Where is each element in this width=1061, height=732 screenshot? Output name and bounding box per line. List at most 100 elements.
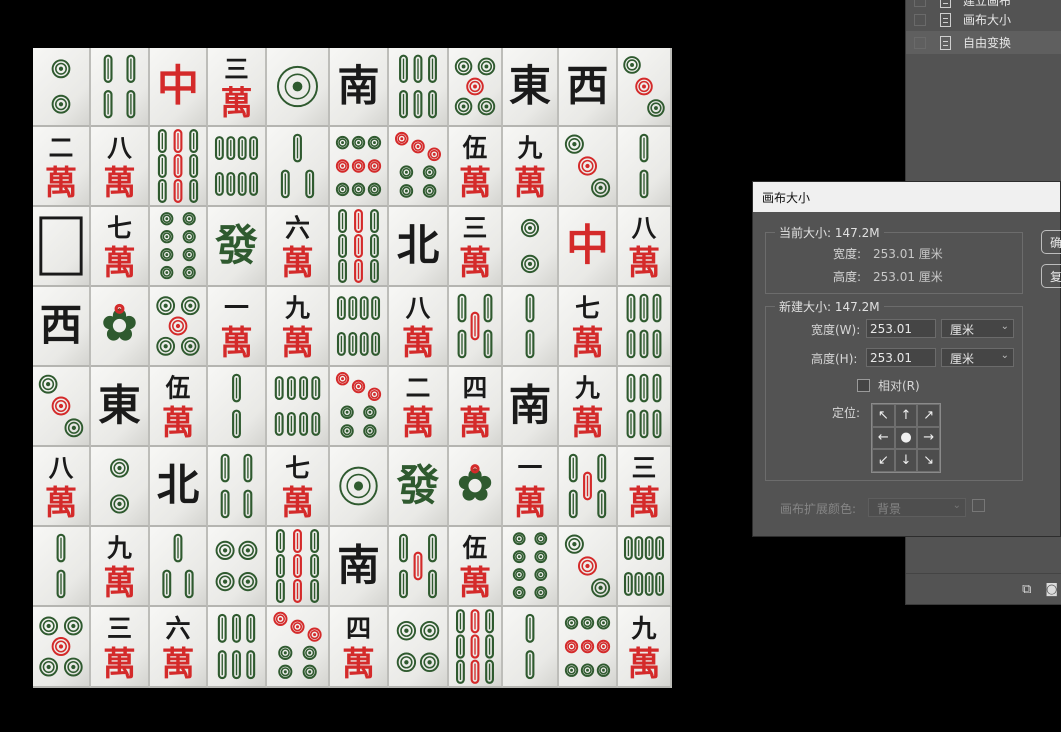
mahjong-tile-c9	[330, 127, 389, 207]
svg-text:六: 六	[165, 613, 190, 643]
document-canvas[interactable]: 中三萬南東西二萬八萬伍萬九萬七萬發六萬北三萬中八萬西 ✿ 一萬九萬八萬七萬東伍萬二萬…	[33, 48, 672, 688]
mahjong-tile-c2	[91, 447, 150, 527]
anchor-grid: ↖ ↑ ↗ ← ● → ↙ ↓ ↘	[871, 403, 941, 473]
svg-text:萬: 萬	[342, 644, 375, 683]
width-unit-select[interactable]: 厘米 ⌄	[941, 319, 1014, 338]
dialog-titlebar[interactable]: 画布大小	[753, 182, 1060, 212]
anchor-arrow-icon[interactable]: ↓	[894, 449, 918, 472]
chevron-down-icon: ⌄	[1000, 321, 1009, 332]
new-width-input[interactable]	[866, 319, 936, 338]
history-checkbox[interactable]	[914, 36, 926, 49]
mahjong-tile-m6: 六萬	[150, 607, 208, 688]
mahjong-tile-m5: 伍萬	[449, 527, 503, 607]
extension-color-swatch[interactable]	[972, 499, 985, 512]
mahjong-tile-b2	[33, 527, 91, 607]
svg-text:一: 一	[518, 454, 543, 483]
ok-button[interactable]: 确	[1041, 230, 1061, 254]
mahjong-tile-b3	[267, 127, 330, 207]
anchor-arrow-icon[interactable]: ←	[872, 426, 895, 450]
anchor-arrow-icon[interactable]: ↖	[872, 404, 895, 427]
anchor-arrow-icon[interactable]: ↗	[917, 404, 940, 427]
svg-text:伍: 伍	[463, 133, 488, 162]
height-unit-value: 厘米	[950, 352, 975, 366]
current-height-label: 高度:	[833, 270, 862, 284]
svg-text:伍: 伍	[166, 374, 191, 403]
anchor-arrow-icon[interactable]: →	[917, 426, 940, 450]
mahjong-tile-b5	[559, 447, 618, 527]
height-unit-select[interactable]: 厘米 ⌄	[941, 348, 1014, 367]
relative-label[interactable]: 相对(R)	[878, 377, 920, 394]
mahjong-tile-m4: 四萬	[449, 367, 503, 447]
mahjong-tile-m9: 九萬	[559, 367, 618, 447]
mahjong-tile-b4	[208, 447, 267, 527]
new-layer-icon[interactable]: ⧉	[1022, 582, 1031, 597]
mahjong-tile-c4	[208, 527, 267, 607]
history-checkbox[interactable]	[914, 13, 926, 26]
extension-color-value: 背景	[877, 502, 902, 516]
mahjong-tile-c9	[559, 607, 618, 688]
mahjong-tile-m9: 九萬	[503, 127, 559, 207]
svg-text:萬: 萬	[45, 163, 77, 202]
current-size-legend: 当前大小: 147.2M	[775, 224, 884, 241]
anchor-arrow-icon[interactable]: ↙	[872, 449, 895, 472]
anchor-arrow-icon[interactable]: ↑	[894, 404, 918, 427]
mahjong-tile-b8	[618, 527, 672, 607]
mahjong-tile-m9: 九萬	[267, 287, 330, 367]
svg-text:九: 九	[575, 374, 600, 403]
svg-text:萬: 萬	[571, 323, 603, 362]
svg-text:二: 二	[49, 134, 74, 163]
mahjong-tile-c7	[267, 607, 330, 688]
anchor-arrow-icon[interactable]: ↘	[917, 449, 940, 472]
mahjong-tile-c1	[330, 447, 389, 527]
mahjong-tile-b6	[618, 367, 672, 447]
new-height-input[interactable]	[866, 348, 936, 367]
cancel-button-label: 复	[1050, 269, 1061, 284]
svg-text:中: 中	[566, 221, 608, 271]
mahjong-tile-c5	[449, 48, 503, 127]
mahjong-tile-b5	[449, 287, 503, 367]
mahjong-tile-m7: 七萬	[91, 207, 150, 287]
mahjong-tile-b8	[208, 127, 267, 207]
history-item-free-transform[interactable]: 自由变换	[906, 31, 1061, 54]
anchor-center[interactable]: ●	[894, 426, 918, 450]
mahjong-tile-b9	[330, 207, 389, 287]
mahjong-tile-c7	[330, 367, 389, 447]
current-height-value: 253.01 厘米	[873, 270, 943, 284]
svg-text:九: 九	[631, 613, 657, 643]
document-icon	[940, 35, 951, 50]
mahjong-tile-fa: 發	[389, 447, 449, 527]
svg-text:東: 東	[98, 381, 141, 431]
history-checkbox[interactable]	[914, 0, 926, 7]
svg-text:中: 中	[157, 60, 199, 110]
svg-text:萬: 萬	[459, 403, 491, 442]
mahjong-tile-m2: 二萬	[33, 127, 91, 207]
mahjong-tile-m3: 三萬	[91, 607, 150, 688]
document-icon	[940, 0, 951, 8]
svg-text:六: 六	[285, 214, 310, 243]
chevron-down-icon: ⌄	[952, 500, 961, 511]
mahjong-tile-m8: 八萬	[389, 287, 449, 367]
svg-text:南: 南	[337, 541, 379, 591]
mahjong-tile-c8	[503, 527, 559, 607]
mahjong-tile-c1	[267, 48, 330, 127]
history-item-label: 画布大小	[963, 13, 1012, 27]
chevron-down-icon: ⌄	[1000, 350, 1009, 361]
extension-color-select[interactable]: 背景 ⌄	[868, 498, 966, 517]
cancel-button[interactable]: 复	[1041, 264, 1061, 288]
panel-footer: ⧉ ◙	[906, 573, 1061, 604]
history-item-canvas-size[interactable]: 画布大小	[906, 8, 1061, 31]
camera-icon[interactable]: ◙	[1045, 582, 1058, 597]
svg-text:二: 二	[406, 374, 431, 403]
svg-text:萬: 萬	[402, 323, 434, 362]
svg-text:三: 三	[224, 54, 248, 83]
svg-text:一: 一	[224, 294, 249, 323]
mahjong-tile-c2	[33, 48, 91, 127]
mahjong-tile-b8	[267, 367, 330, 447]
mahjong-tile-c4	[389, 607, 449, 688]
svg-text:七: 七	[285, 454, 310, 483]
mahjong-tile-b2	[618, 127, 672, 207]
relative-checkbox[interactable]	[857, 379, 870, 392]
svg-text:萬: 萬	[103, 563, 135, 602]
mahjong-tile-nan: 南	[330, 48, 389, 127]
mahjong-tile-b2	[503, 607, 559, 688]
